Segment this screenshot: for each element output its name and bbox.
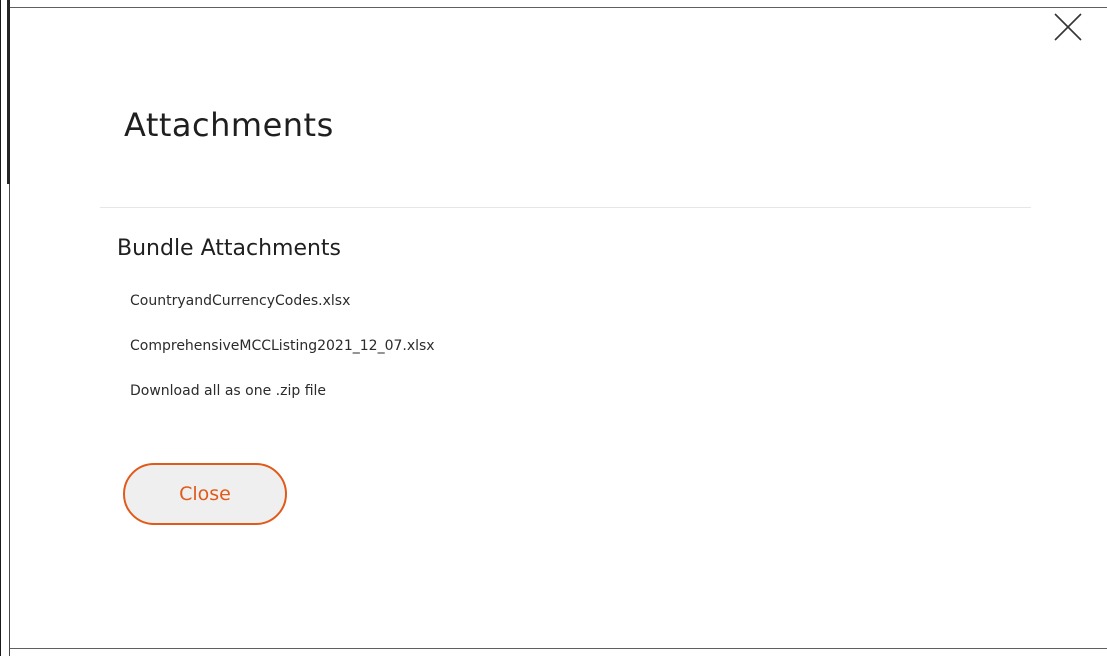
attachment-link-country-currency[interactable]: CountryandCurrencyCodes.xlsx — [130, 291, 435, 336]
section-title: Bundle Attachments — [117, 236, 342, 261]
attachment-list: CountryandCurrencyCodes.xlsx Comprehensi… — [130, 291, 435, 426]
download-all-zip-link[interactable]: Download all as one .zip file — [130, 381, 435, 426]
attachment-link-mcc-listing[interactable]: ComprehensiveMCCListing2021_12_07.xlsx — [130, 336, 435, 381]
close-icon[interactable] — [1051, 10, 1085, 44]
screen: Attachments Bundle Attachments Countryan… — [0, 0, 1107, 656]
close-button[interactable]: Close — [123, 463, 287, 525]
attachments-modal: Attachments Bundle Attachments Countryan… — [10, 7, 1107, 649]
modal-title: Attachments — [124, 106, 334, 144]
divider — [100, 207, 1031, 208]
